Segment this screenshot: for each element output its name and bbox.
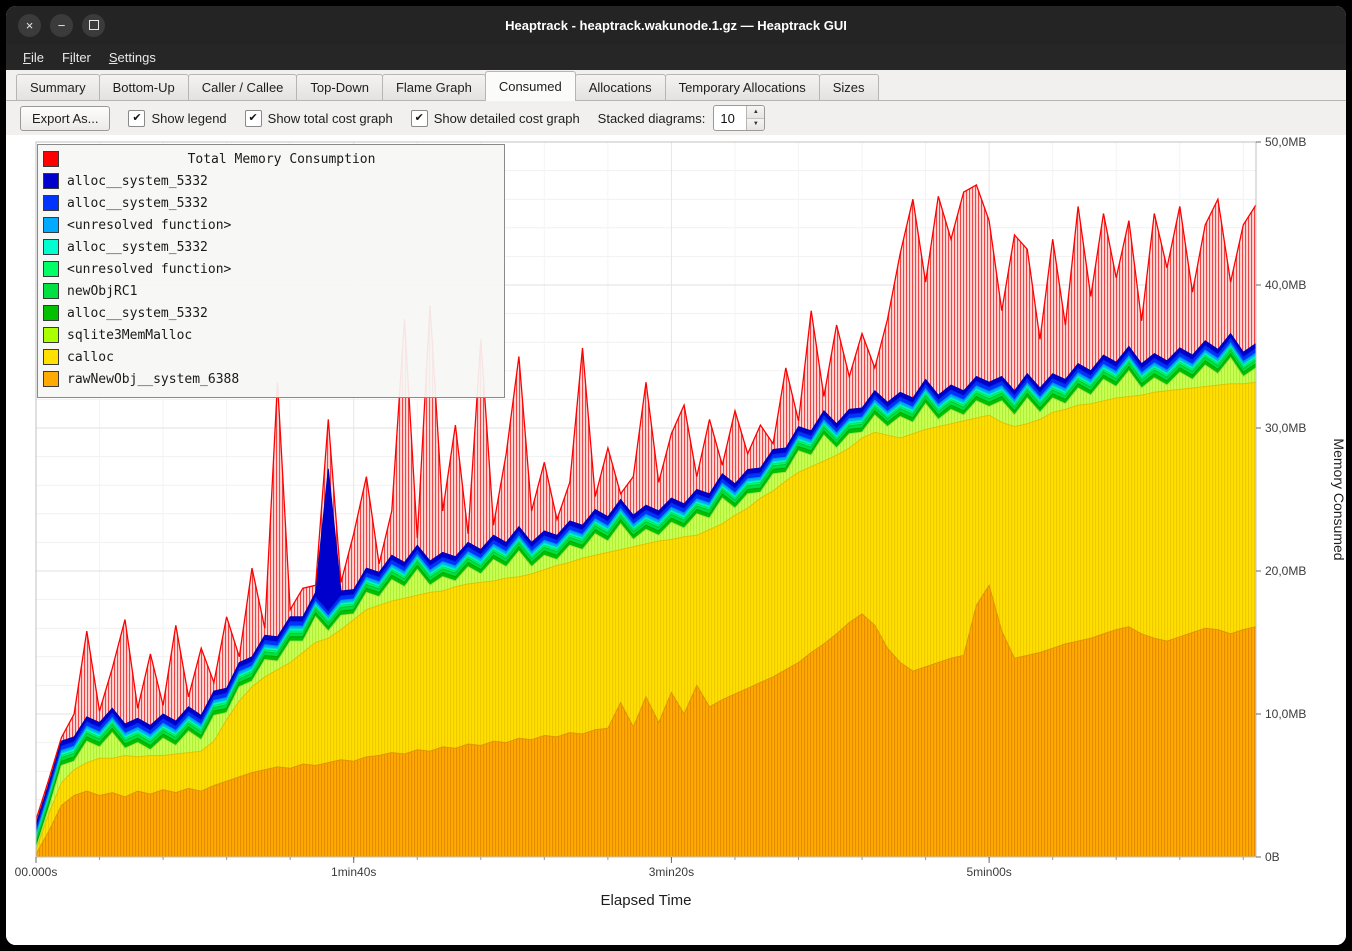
maximize-icon — [89, 20, 99, 30]
legend-swatch — [43, 195, 59, 211]
stacked-diagrams-label: Stacked diagrams: — [598, 111, 706, 126]
tab-sizes[interactable]: Sizes — [819, 74, 879, 100]
maximize-button[interactable] — [82, 14, 105, 37]
svg-text:3min20s: 3min20s — [649, 865, 694, 879]
legend-item: newObjRC1 — [43, 280, 496, 302]
check-icon: ✔ — [132, 113, 141, 124]
tabbar: Summary Bottom-Up Caller / Callee Top-Do… — [6, 70, 1346, 101]
svg-text:30,0MB: 30,0MB — [1265, 421, 1306, 435]
chevron-up-icon: ▲ — [753, 109, 759, 115]
svg-text:0B: 0B — [1265, 850, 1280, 864]
spinner-down-button[interactable]: ▼ — [747, 119, 764, 131]
legend-label: <unresolved function> — [67, 262, 231, 277]
legend-label: newObjRC1 — [67, 284, 137, 299]
spinner-value[interactable]: 10 — [714, 106, 746, 130]
toolbar: Export As... ✔ Show legend ✔ Show total … — [6, 101, 1346, 135]
show-legend-checkbox[interactable]: ✔ Show legend — [128, 110, 226, 127]
chart-pane: 00.000s 1min40s 3min20s 5min00s Elapsed Time… — [6, 135, 1346, 945]
legend-label: calloc — [67, 350, 114, 365]
legend-swatch — [43, 305, 59, 321]
tab-allocations[interactable]: Allocations — [575, 74, 666, 100]
legend-item: <unresolved function> — [43, 258, 496, 280]
legend-item: alloc__system_5332 — [43, 192, 496, 214]
menu-filter[interactable]: Filter — [53, 44, 100, 70]
tab-summary[interactable]: Summary — [16, 74, 100, 100]
menubar: File Filter Settings — [6, 44, 1346, 70]
show-detailed-cost-graph-checkbox[interactable]: ✔ Show detailed cost graph — [411, 110, 580, 127]
legend-item: alloc__system_5332 — [43, 170, 496, 192]
legend-label: alloc__system_5332 — [67, 196, 208, 211]
legend-item: alloc__system_5332 — [43, 236, 496, 258]
window-controls: × − — [18, 6, 105, 44]
legend-item: calloc — [43, 346, 496, 368]
legend-swatch — [43, 261, 59, 277]
chevron-down-icon: ▼ — [753, 121, 759, 127]
legend-swatch — [43, 239, 59, 255]
tab-bottom-up[interactable]: Bottom-Up — [99, 74, 189, 100]
svg-text:40,0MB: 40,0MB — [1265, 278, 1306, 292]
menu-file[interactable]: File — [14, 44, 53, 70]
minimize-icon: − — [58, 19, 66, 32]
heaptrack-window: × − Heaptrack - heaptrack.wakunode.1.gz … — [6, 6, 1346, 945]
checkbox-label: Show legend — [151, 111, 226, 126]
spinner-up-button[interactable]: ▲ — [747, 106, 764, 119]
x-axis-title: Elapsed Time — [601, 892, 692, 909]
legend-swatch — [43, 349, 59, 365]
check-icon: ✔ — [249, 113, 258, 124]
legend-label: sqlite3MemMalloc — [67, 328, 192, 343]
tab-temporary-allocations[interactable]: Temporary Allocations — [665, 74, 820, 100]
legend-swatch — [43, 151, 59, 167]
tab-caller-callee[interactable]: Caller / Callee — [188, 74, 298, 100]
svg-text:50,0MB: 50,0MB — [1265, 135, 1306, 149]
legend-title: Total Memory Consumption — [67, 152, 496, 167]
checkbox-box: ✔ — [411, 110, 428, 127]
minimize-button[interactable]: − — [50, 14, 73, 37]
legend-label: alloc__system_5332 — [67, 306, 208, 321]
legend-item: sqlite3MemMalloc — [43, 324, 496, 346]
svg-text:20,0MB: 20,0MB — [1265, 564, 1306, 578]
tab-flame-graph[interactable]: Flame Graph — [382, 74, 486, 100]
legend-swatch — [43, 327, 59, 343]
legend-label: rawNewObj__system_6388 — [67, 372, 239, 387]
tab-top-down[interactable]: Top-Down — [296, 74, 383, 100]
close-button[interactable]: × — [18, 14, 41, 37]
y-axis-title: Memory Consumed — [1331, 438, 1346, 560]
menu-settings[interactable]: Settings — [100, 44, 165, 70]
legend-label: alloc__system_5332 — [67, 240, 208, 255]
legend-label: alloc__system_5332 — [67, 174, 208, 189]
check-icon: ✔ — [415, 113, 424, 124]
legend-swatch — [43, 217, 59, 233]
svg-text:1min40s: 1min40s — [331, 865, 376, 879]
chart-legend: Total Memory Consumption alloc__system_5… — [37, 144, 505, 398]
close-icon: × — [26, 19, 34, 32]
window-title: Heaptrack - heaptrack.wakunode.1.gz — He… — [505, 18, 847, 33]
checkbox-label: Show total cost graph — [268, 111, 393, 126]
legend-item: alloc__system_5332 — [43, 302, 496, 324]
checkbox-box: ✔ — [128, 110, 145, 127]
legend-title-row: Total Memory Consumption — [43, 148, 496, 170]
show-total-cost-graph-checkbox[interactable]: ✔ Show total cost graph — [245, 110, 393, 127]
legend-swatch — [43, 173, 59, 189]
stacked-diagrams-spinner[interactable]: 10 ▲ ▼ — [713, 105, 765, 131]
legend-swatch — [43, 283, 59, 299]
legend-label: <unresolved function> — [67, 218, 231, 233]
svg-text:10,0MB: 10,0MB — [1265, 707, 1306, 721]
checkbox-box: ✔ — [245, 110, 262, 127]
tab-consumed[interactable]: Consumed — [485, 71, 576, 101]
svg-text:00.000s: 00.000s — [15, 865, 58, 879]
export-as-button[interactable]: Export As... — [20, 106, 110, 131]
checkbox-label: Show detailed cost graph — [434, 111, 580, 126]
svg-text:5min00s: 5min00s — [966, 865, 1011, 879]
titlebar: × − Heaptrack - heaptrack.wakunode.1.gz … — [6, 6, 1346, 44]
legend-swatch — [43, 371, 59, 387]
legend-item: <unresolved function> — [43, 214, 496, 236]
legend-item: rawNewObj__system_6388 — [43, 368, 496, 390]
